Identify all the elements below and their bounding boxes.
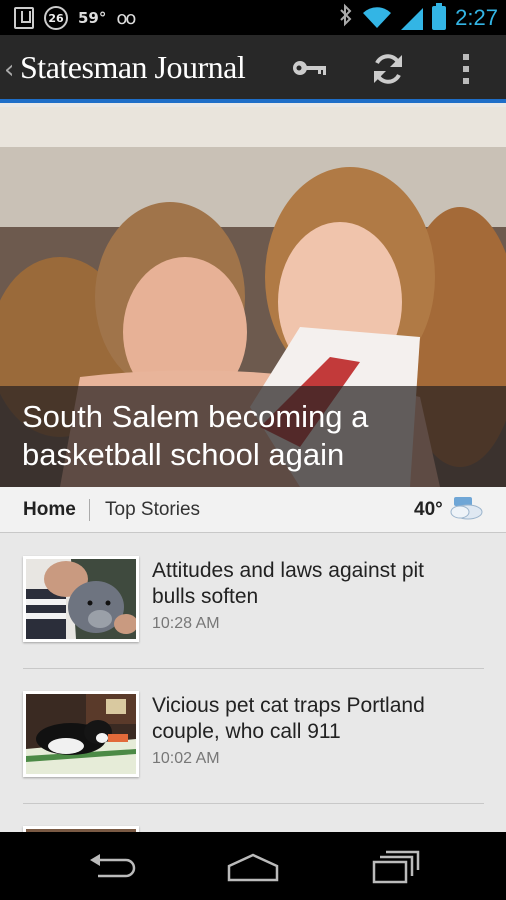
article-thumbnail bbox=[23, 691, 139, 777]
status-time: 2:27 bbox=[455, 4, 498, 30]
recent-apps-icon[interactable] bbox=[370, 850, 420, 884]
key-icon[interactable] bbox=[290, 53, 330, 83]
status-bar: 26 59° oo 2:27 bbox=[0, 0, 506, 35]
status-temperature: 59° bbox=[78, 9, 107, 27]
article-title[interactable]: Attitudes and laws against pit bulls sof… bbox=[152, 558, 472, 610]
system-nav-bar bbox=[0, 832, 506, 900]
article-list: Attitudes and laws against pit bulls sof… bbox=[0, 534, 506, 832]
tab-divider bbox=[89, 499, 90, 521]
refresh-icon[interactable] bbox=[368, 49, 408, 89]
weather-temperature[interactable]: 40° bbox=[414, 499, 443, 521]
signal-icon bbox=[401, 7, 424, 30]
home-icon[interactable] bbox=[226, 852, 280, 882]
hero-story[interactable]: South Salem becoming a basketball school… bbox=[0, 107, 506, 487]
article-time: 10:28 AM bbox=[152, 615, 220, 632]
list-item[interactable] bbox=[0, 804, 506, 832]
tab-home[interactable]: Home bbox=[23, 499, 76, 521]
battery-icon bbox=[432, 2, 447, 30]
section-tabs: Home Top Stories 40° bbox=[0, 487, 506, 533]
voicemail-icon: oo bbox=[116, 7, 136, 29]
download-icon bbox=[14, 7, 34, 29]
article-thumbnail bbox=[23, 556, 139, 642]
article-title[interactable]: Vicious pet cat traps Portland couple, w… bbox=[152, 693, 472, 745]
hero-headline[interactable]: South Salem becoming a basketball school… bbox=[22, 398, 482, 474]
action-bar: ‹ Statesman Journal bbox=[0, 35, 506, 103]
tab-top-stories[interactable]: Top Stories bbox=[105, 499, 200, 521]
bluetooth-icon bbox=[339, 3, 353, 32]
list-item[interactable]: Vicious pet cat traps Portland couple, w… bbox=[0, 669, 506, 804]
back-icon[interactable] bbox=[86, 852, 136, 882]
notification-count-badge: 26 bbox=[44, 6, 68, 30]
up-navigation-icon[interactable]: ‹ bbox=[4, 55, 14, 85]
overflow-menu-icon[interactable] bbox=[456, 51, 476, 85]
article-time: 10:02 AM bbox=[152, 750, 220, 767]
list-item[interactable]: Attitudes and laws against pit bulls sof… bbox=[0, 534, 506, 669]
hero-caption: South Salem becoming a basketball school… bbox=[0, 386, 506, 487]
cloudy-weather-icon[interactable] bbox=[448, 495, 484, 521]
app-title[interactable]: Statesman Journal bbox=[20, 49, 246, 86]
wifi-icon bbox=[363, 6, 392, 28]
